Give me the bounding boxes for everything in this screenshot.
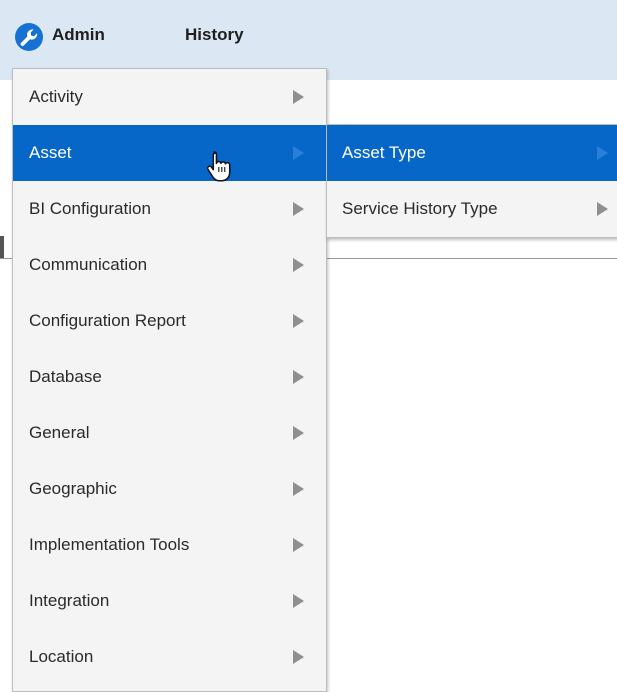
submenu-arrow-icon [293,482,304,496]
menu-item-label: Service History Type [342,199,498,218]
wrench-logo-icon[interactable] [14,22,44,52]
submenu-arrow-icon [293,314,304,328]
menu-item-configuration-report[interactable]: Configuration Report [13,293,326,349]
submenu-arrow-icon [293,202,304,216]
menu-item-integration[interactable]: Integration [13,573,326,629]
menu-item-label: Activity [29,87,83,106]
nav-admin[interactable]: Admin [52,25,105,45]
menu-item-label: Integration [29,591,110,610]
menu-item-label: BI Configuration [29,199,151,218]
menu-item-geographic[interactable]: Geographic [13,461,326,517]
menu-item-location[interactable]: Location [13,629,326,685]
menu-item-label: Asset [29,143,72,162]
nav-history[interactable]: History [185,25,244,45]
menu-item-label: Database [29,367,102,386]
admin-dropdown-menu: Activity Asset BI Configuration Communic… [12,68,327,692]
asset-submenu: Asset Type Service History Type [326,124,617,238]
submenu-arrow-icon [293,146,304,160]
hand-pointer-icon [206,151,231,182]
submenu-arrow-icon [293,594,304,608]
submenu-arrow-icon [293,258,304,272]
menu-item-label: Geographic [29,479,117,498]
submenu-arrow-icon [293,538,304,552]
submenu-arrow-icon [293,90,304,104]
menu-item-general[interactable]: General [13,405,326,461]
menu-item-asset[interactable]: Asset [13,125,326,181]
menu-item-communication[interactable]: Communication [13,237,326,293]
background-panel-edge [0,236,4,258]
menu-item-bi-configuration[interactable]: BI Configuration [13,181,326,237]
menu-item-label: Configuration Report [29,311,186,330]
submenu-arrow-icon [597,146,608,160]
menu-item-implementation-tools[interactable]: Implementation Tools [13,517,326,573]
menu-item-activity[interactable]: Activity [13,69,326,125]
menu-item-label: Asset Type [342,143,426,162]
menu-item-label: Communication [29,255,148,274]
submenu-arrow-icon [293,426,304,440]
menu-item-label: General [29,423,90,442]
submenu-arrow-icon [293,370,304,384]
submenu-item-service-history-type[interactable]: Service History Type [327,181,617,237]
submenu-item-asset-type[interactable]: Asset Type [327,125,617,181]
menu-item-database[interactable]: Database [13,349,326,405]
submenu-arrow-icon [597,202,608,216]
menu-item-label: Location [29,647,94,666]
menu-item-label: Implementation Tools [29,535,190,554]
submenu-arrow-icon [293,650,304,664]
